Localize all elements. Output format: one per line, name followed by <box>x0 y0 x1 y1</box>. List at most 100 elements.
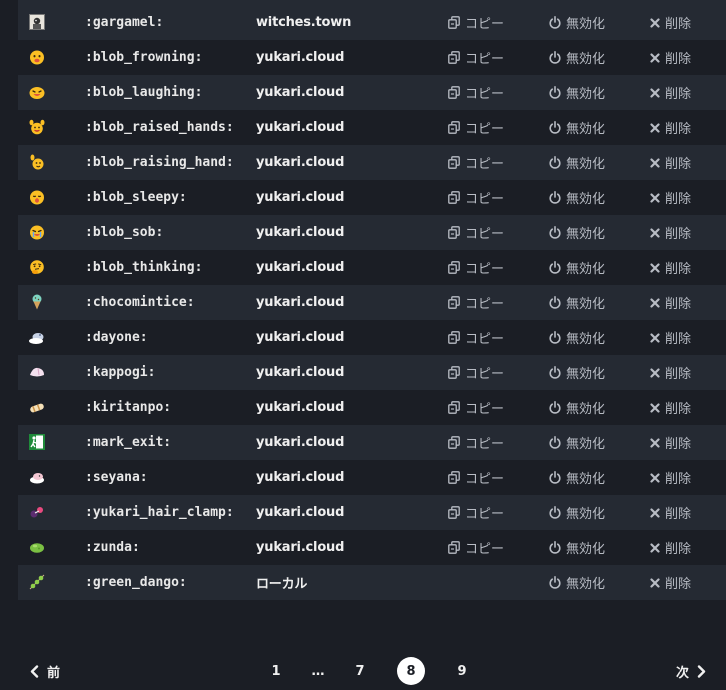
delete-button[interactable]: 削除 <box>650 328 691 347</box>
copy-button[interactable]: コピー <box>448 503 504 522</box>
disable-button[interactable]: 無効化 <box>549 48 605 67</box>
disable-button[interactable]: 無効化 <box>549 398 605 417</box>
disable-label: 無効化 <box>566 367 606 382</box>
delete-button[interactable]: 削除 <box>650 433 691 452</box>
page-9-button[interactable]: 9 <box>455 657 469 685</box>
delete-button[interactable]: 削除 <box>650 573 691 592</box>
delete-button[interactable]: 削除 <box>650 258 691 277</box>
next-page-button[interactable]: 次 <box>676 657 706 685</box>
delete-button[interactable]: 削除 <box>650 293 691 312</box>
disable-button[interactable]: 無効化 <box>549 188 605 207</box>
disable-button[interactable]: 無効化 <box>549 153 605 172</box>
disable-label: 無効化 <box>566 227 606 242</box>
copy-icon <box>448 16 460 29</box>
emoji-shortcode: :blob_thinking: <box>85 260 203 275</box>
disable-button[interactable]: 無効化 <box>549 13 605 32</box>
copy-icon <box>448 366 460 379</box>
emoji-host: yukari.cloud <box>256 540 345 555</box>
disable-button[interactable]: 無効化 <box>549 223 605 242</box>
emoji-host: yukari.cloud <box>256 225 345 240</box>
emoji-shortcode: :blob_frowning: <box>85 50 203 65</box>
emoji-shortcode: :blob_sleepy: <box>85 190 187 205</box>
delete-label: 削除 <box>665 52 692 67</box>
delete-button[interactable]: 削除 <box>650 13 691 32</box>
disable-button[interactable]: 無効化 <box>549 363 605 382</box>
table-row: :dayone: yukari.cloud コピー 無効化 削除 <box>18 320 726 355</box>
table-row: :mark_exit: yukari.cloud コピー 無効化 削除 <box>18 425 726 460</box>
copy-icon <box>448 506 460 519</box>
disable-label: 無効化 <box>566 122 606 137</box>
page-1-button[interactable]: 1 <box>270 657 282 685</box>
gargamel-icon <box>29 14 45 30</box>
copy-icon <box>448 541 460 554</box>
copy-button[interactable]: コピー <box>448 48 504 67</box>
copy-label: コピー <box>465 17 505 32</box>
power-icon <box>549 261 561 274</box>
delete-button[interactable]: 削除 <box>650 468 691 487</box>
power-icon <box>549 86 561 99</box>
delete-button[interactable]: 削除 <box>650 538 691 557</box>
copy-button[interactable]: コピー <box>448 293 504 312</box>
copy-icon <box>448 401 460 414</box>
delete-button[interactable]: 削除 <box>650 118 691 137</box>
delete-button[interactable]: 削除 <box>650 503 691 522</box>
disable-button[interactable]: 無効化 <box>549 538 605 557</box>
page-8-button[interactable]: 8 <box>397 657 425 685</box>
zunda-icon <box>29 539 45 555</box>
disable-label: 無効化 <box>566 87 606 102</box>
disable-button[interactable]: 無効化 <box>549 258 605 277</box>
emoji-host: yukari.cloud <box>256 260 345 275</box>
copy-button[interactable]: コピー <box>448 223 504 242</box>
copy-button[interactable]: コピー <box>448 328 504 347</box>
delete-label: 削除 <box>665 472 692 487</box>
close-icon <box>650 367 660 378</box>
power-icon <box>549 296 561 309</box>
copy-button[interactable]: コピー <box>448 363 504 382</box>
pagination: 前 1 … 7 8 9 次 <box>0 652 726 690</box>
power-icon <box>549 121 561 134</box>
disable-button[interactable]: 無効化 <box>549 293 605 312</box>
copy-button[interactable]: コピー <box>448 468 504 487</box>
delete-button[interactable]: 削除 <box>650 48 691 67</box>
copy-label: コピー <box>465 542 505 557</box>
copy-button[interactable]: コピー <box>448 398 504 417</box>
disable-button[interactable]: 無効化 <box>549 573 605 592</box>
blob-raising-hand-icon <box>29 154 45 170</box>
copy-button[interactable]: コピー <box>448 188 504 207</box>
copy-button[interactable]: コピー <box>448 258 504 277</box>
disable-button[interactable]: 無効化 <box>549 433 605 452</box>
emoji-shortcode: :mark_exit: <box>85 435 172 450</box>
disable-button[interactable]: 無効化 <box>549 83 605 102</box>
prev-page-button[interactable]: 前 <box>30 657 60 685</box>
emoji-host: yukari.cloud <box>256 330 345 345</box>
emoji-host: yukari.cloud <box>256 400 345 415</box>
power-icon <box>549 471 561 484</box>
delete-button[interactable]: 削除 <box>650 398 691 417</box>
table-row: :blob_sob: yukari.cloud コピー 無効化 削除 <box>18 215 726 250</box>
copy-button[interactable]: コピー <box>448 153 504 172</box>
copy-button[interactable]: コピー <box>448 433 504 452</box>
close-icon <box>650 122 660 133</box>
emoji-host: yukari.cloud <box>256 505 345 520</box>
delete-button[interactable]: 削除 <box>650 223 691 242</box>
disable-button[interactable]: 無効化 <box>549 468 605 487</box>
delete-label: 削除 <box>665 17 692 32</box>
kappogi-icon <box>29 364 45 380</box>
disable-button[interactable]: 無効化 <box>549 503 605 522</box>
disable-button[interactable]: 無効化 <box>549 328 605 347</box>
disable-button[interactable]: 無効化 <box>549 118 605 137</box>
seyana-icon <box>29 469 45 485</box>
copy-button[interactable]: コピー <box>448 538 504 557</box>
delete-button[interactable]: 削除 <box>650 363 691 382</box>
delete-button[interactable]: 削除 <box>650 188 691 207</box>
copy-button[interactable]: コピー <box>448 13 504 32</box>
delete-button[interactable]: 削除 <box>650 153 691 172</box>
close-icon <box>650 542 660 553</box>
page-7-button[interactable]: 7 <box>353 657 367 685</box>
green-dango-icon <box>29 574 45 590</box>
copy-button[interactable]: コピー <box>448 83 504 102</box>
emoji-shortcode: :green_dango: <box>85 575 187 590</box>
copy-button[interactable]: コピー <box>448 118 504 137</box>
delete-button[interactable]: 削除 <box>650 83 691 102</box>
copy-label: コピー <box>465 367 505 382</box>
